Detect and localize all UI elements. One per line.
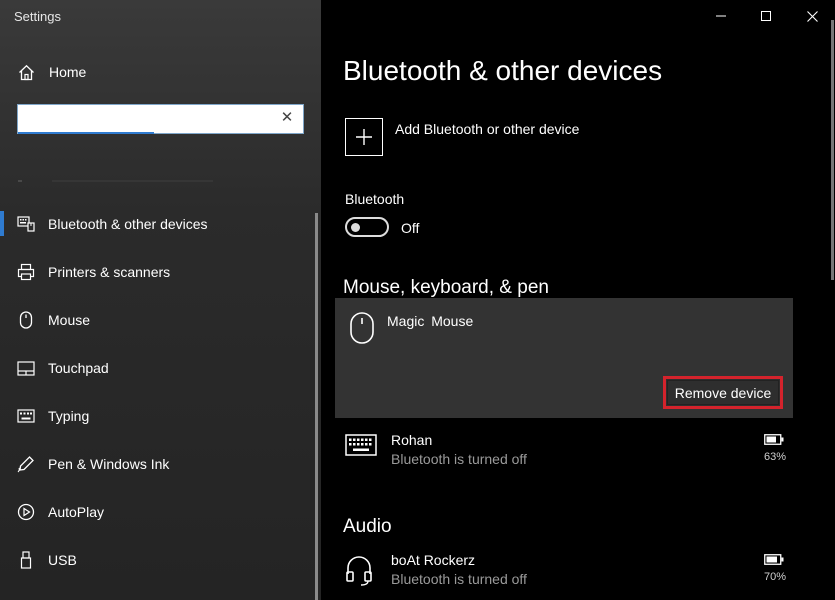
device-status: Bluetooth is turned off [391,571,527,587]
battery-percent: 70% [763,571,787,583]
pen-icon [17,455,35,473]
battery-icon [764,552,784,570]
usb-icon [17,551,35,569]
sidebar-item-touchpad[interactable]: Touchpad [0,348,321,388]
close-icon [806,10,818,22]
printer-icon [17,263,35,281]
scrollbar-thumb[interactable] [831,20,834,280]
sidebar-item-label: Pen & Windows Ink [48,456,170,472]
touchpad-icon [17,359,35,377]
main-scrollbar[interactable] [831,0,834,280]
sidebar-item-label: AutoPlay [48,504,105,520]
sidebar-item-label: Home [49,64,87,80]
sidebar-item-pen[interactable]: Pen & Windows Ink [0,444,321,484]
battery-icon [764,432,784,450]
bluetooth-state: Off [401,220,420,236]
bluetooth-toggle[interactable] [345,217,389,237]
autoplay-icon [17,503,35,521]
main-panel: Bluetooth & other devices Add Bluetooth … [321,0,835,600]
device-item-headset[interactable]: boAt Rockerz Bluetooth is turned off 70% [343,550,793,594]
search-input[interactable] [22,107,276,133]
plus-icon [356,129,372,145]
section-heading-mouse-keyboard-pen: Mouse, keyboard, & pen [343,277,549,298]
sidebar-item-label: Mouse [48,312,91,328]
sidebar-item-printers[interactable]: Printers & scanners [0,252,321,292]
sidebar-item-bluetooth[interactable]: Bluetooth & other devices [0,204,321,244]
headphones-icon [345,554,373,591]
minimize-icon [716,15,726,17]
page-title: Bluetooth & other devices [343,55,663,86]
battery-percent: 63% [763,451,787,463]
sidebar-item-label: Printers & scanners [48,264,171,280]
keyboard-device-icon [345,434,377,461]
section-heading-audio: Audio [343,516,392,537]
device-item-magic-mouse[interactable]: Magic Mouse Remove device [335,298,793,418]
search-box[interactable]: ✕ [17,104,304,134]
home-icon [17,63,35,81]
app-title: Settings [14,9,61,24]
keyboard-icon [17,407,35,425]
bluetooth-label: Bluetooth [345,191,405,207]
clear-search-icon[interactable]: ✕ [279,110,295,126]
search-focus-underline [18,132,154,134]
sidebar-item-autoplay[interactable]: AutoPlay [0,492,321,532]
remove-device-button[interactable]: Remove device [663,376,783,409]
device-status: Bluetooth is turned off [391,451,527,467]
sidebar-item-label: Typing [48,408,90,424]
mouse-device-icon [349,311,375,350]
device-name: Rohan [391,432,433,448]
device-name: Magic Mouse [387,313,474,329]
sidebar-item-label: Bluetooth & other devices [48,216,208,232]
mouse-icon [17,311,35,329]
minimize-button[interactable] [701,0,741,32]
toggle-knob [351,223,360,232]
close-button[interactable] [792,0,832,32]
sidebar-item-usb[interactable]: USB [0,540,321,580]
sidebar-item-typing[interactable]: Typing [0,396,321,436]
maximize-button[interactable] [746,0,786,32]
sidebar-item-mouse[interactable]: Mouse [0,300,321,340]
sidebar-item-label: USB [48,552,77,568]
add-device-label[interactable]: Add Bluetooth or other device [395,121,579,137]
sidebar-item-home[interactable]: Home [0,52,321,92]
sidebar-section-divider [18,180,213,182]
sidebar-scrollbar[interactable] [315,213,318,600]
sidebar-item-label: Touchpad [48,360,109,376]
add-device-button[interactable] [345,118,383,156]
device-item-keyboard[interactable]: Rohan Bluetooth is turned off 63% [343,430,793,474]
sidebar: Settings Home ✕ Bluetooth & other device… [0,0,321,600]
device-name: boAt Rockerz [391,552,476,568]
maximize-icon [761,11,771,21]
bluetooth-devices-icon [17,215,35,233]
